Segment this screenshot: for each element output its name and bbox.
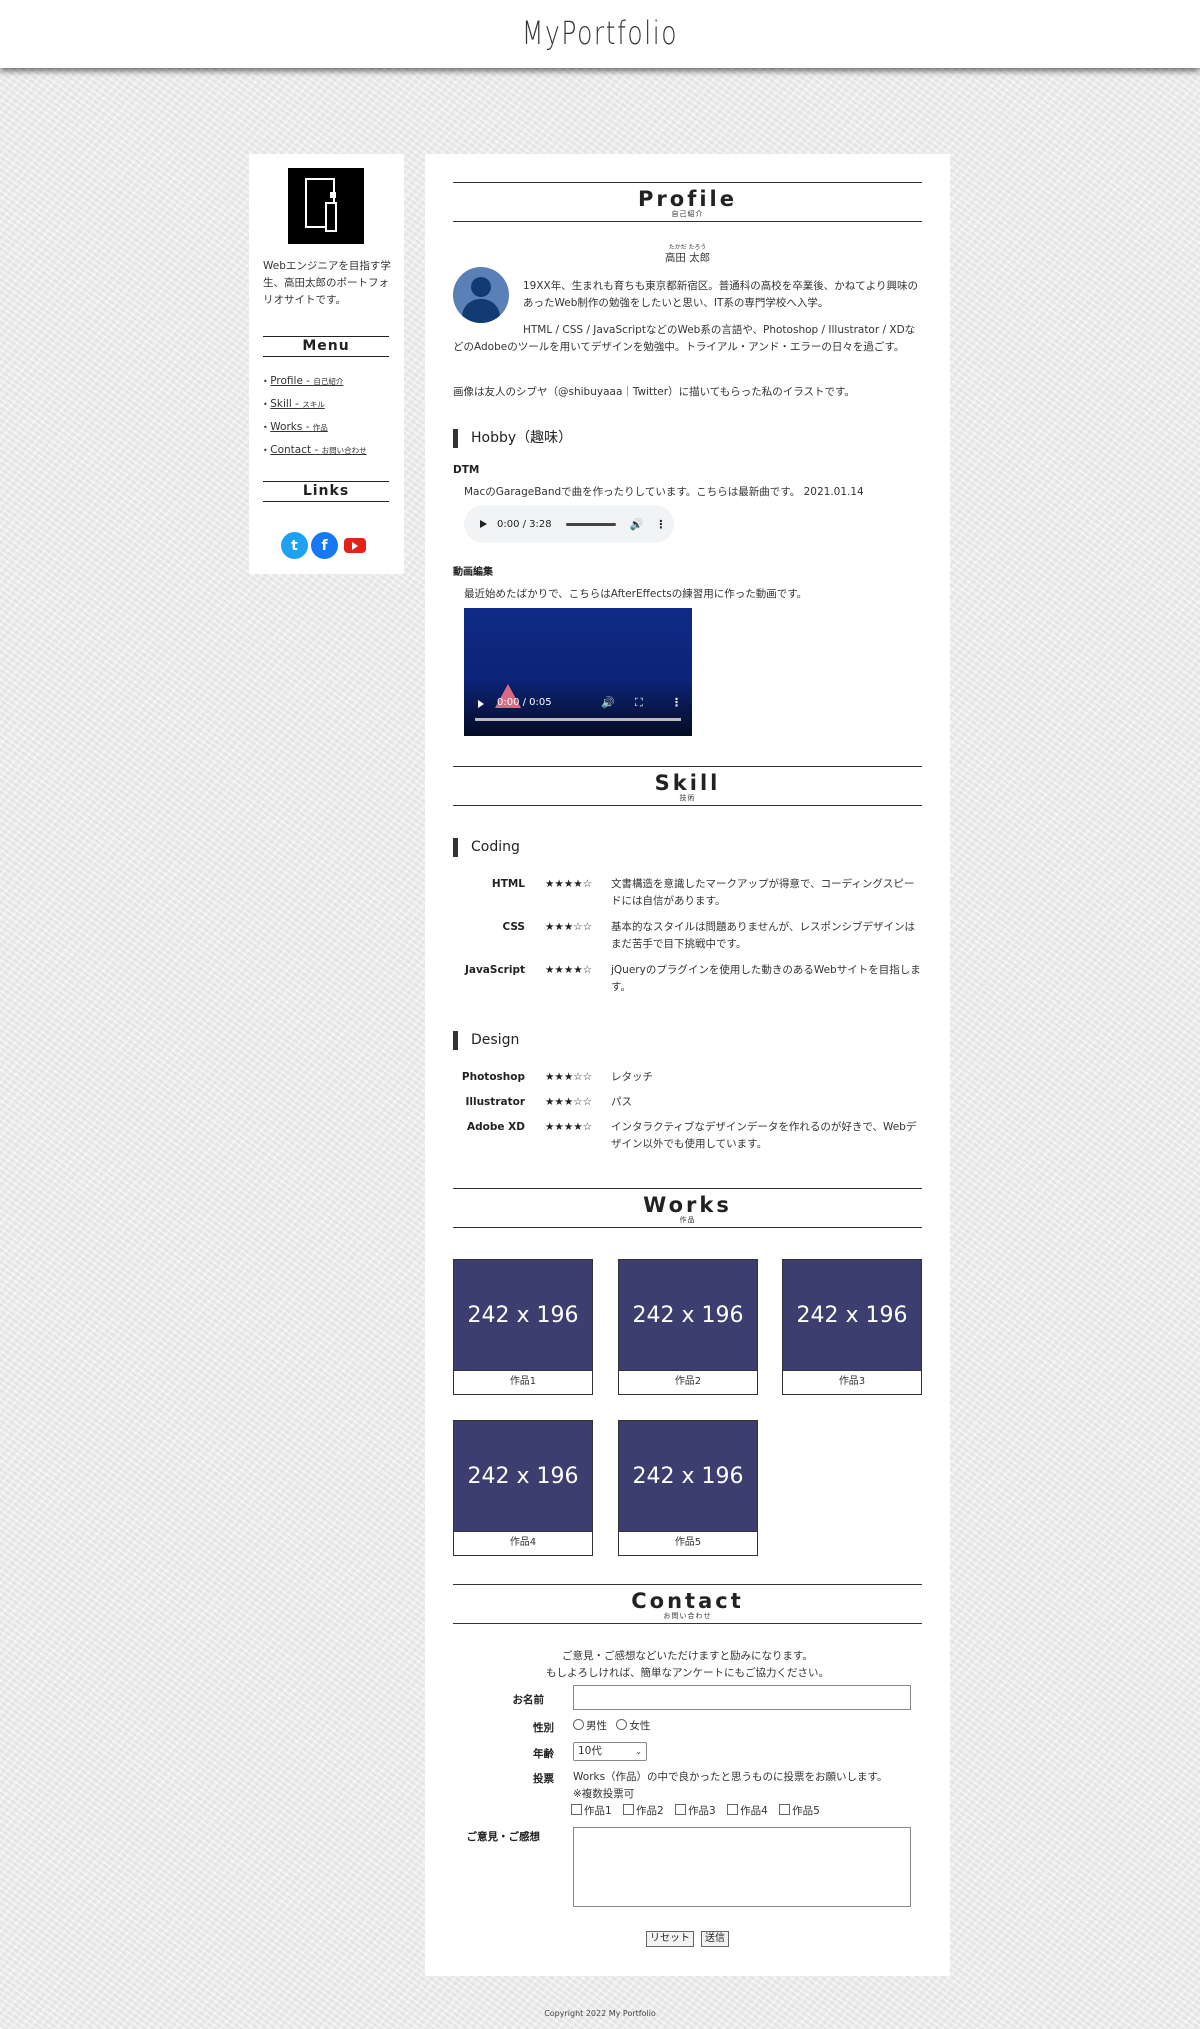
sidebar-logo-icon (288, 168, 364, 244)
comment-textarea[interactable] (573, 1827, 911, 1907)
vote-note: ※複数投票可 (573, 1788, 635, 1800)
contact-section-title: Contact お問い合わせ (453, 1584, 922, 1624)
comment-label: ご意見・ご感想 (466, 1831, 541, 1843)
vote-options: 作品1 作品2 作品3 作品4 作品5 (571, 1803, 921, 1820)
work-card-5[interactable]: 242 x 196 作品5 (618, 1420, 758, 1556)
contact-lead-2: もしよろしければ、簡単なアンケートにもご協力ください。 (545, 1667, 830, 1679)
more-options-icon[interactable]: ⋮ (671, 696, 682, 709)
contact-lead-1: ご意見・ご感想などいただけますと励みになります。 (562, 1650, 813, 1662)
gender-options: 男性 女性 (573, 1718, 650, 1735)
vote-checkbox-4[interactable]: 作品4 (727, 1804, 768, 1817)
social-links: t f (281, 532, 366, 559)
video-text: 最近始めたばかりで、こちらはAfterEffectsの練習用に作った動画です。 (464, 588, 808, 600)
name-label: お名前 (512, 1694, 545, 1706)
profile-p2: HTML / CSS / JavaScriptなどのWeb系の言語や、Photo… (453, 324, 916, 353)
main-content: Profile 自己紹介 たかだ たろう 高田 太郎 19XX年、生まれも育ちも… (425, 154, 950, 1976)
profile-p1: 19XX年、生まれも育ちも東京都新宿区。普通科の高校を卒業後、かねてより興味のあ… (523, 280, 919, 309)
vote-text: Works（作品）の中で良かったと思うものに投票をお願いします。 (573, 1771, 888, 1783)
volume-icon[interactable]: 🔊 (601, 696, 615, 709)
avatar (453, 267, 509, 323)
audio-player[interactable]: 0:00 / 3:28 🔊 ⋮ (464, 505, 674, 543)
links-heading: Links (263, 481, 389, 502)
gender-female-radio[interactable]: 女性 (616, 1719, 650, 1732)
design-heading: Design (453, 1031, 519, 1050)
video-heading: 動画編集 (453, 567, 493, 578)
more-options-icon[interactable]: ⋮ (655, 518, 666, 531)
sidebar-item-works[interactable]: Works - 作品 (263, 416, 367, 439)
name-field[interactable] (573, 1685, 911, 1710)
chevron-down-icon: ⌄ (635, 1747, 642, 1756)
work-card-2[interactable]: 242 x 196 作品2 (618, 1259, 758, 1395)
youtube-icon[interactable] (344, 538, 366, 553)
profile-name: 高田 太郎 (664, 252, 711, 264)
sidebar: Webエンジニアを目指す学生、高田太郎のポートフォリオサイトです。 Menu P… (249, 154, 404, 574)
hobby-heading: Hobby（趣味） (453, 429, 572, 448)
skill-section-title: Skill 技術 (453, 766, 922, 806)
age-select[interactable]: 10代 ⌄ (573, 1742, 647, 1761)
video-progress[interactable] (475, 718, 681, 721)
video-time: 0:00 / 0:05 (497, 697, 552, 708)
fullscreen-icon[interactable]: ⛶ (635, 696, 643, 710)
menu-heading: Menu (263, 336, 389, 357)
vote-checkbox-5[interactable]: 作品5 (779, 1804, 820, 1817)
vote-checkbox-2[interactable]: 作品2 (623, 1804, 664, 1817)
profile-section-title: Profile 自己紹介 (453, 182, 922, 222)
age-label: 年齢 (533, 1748, 554, 1760)
sidebar-item-skill[interactable]: Skill - スキル (263, 393, 367, 416)
vote-checkbox-3[interactable]: 作品3 (675, 1804, 716, 1817)
work-card-1[interactable]: 242 x 196 作品1 (453, 1259, 593, 1395)
play-icon[interactable] (478, 700, 484, 708)
sidebar-item-profile[interactable]: Profile - 自己紹介 (263, 370, 367, 393)
dtm-text: MacのGarageBandで曲を作ったりしています。こちらは最新曲です。 20… (464, 486, 864, 498)
gender-label: 性別 (533, 1722, 554, 1734)
site-header: MyPortfolio (0, 0, 1200, 68)
sidebar-item-contact[interactable]: Contact - お問い合わせ (263, 439, 366, 462)
work-card-3[interactable]: 242 x 196 作品3 (782, 1259, 922, 1395)
dtm-heading: DTM (453, 464, 480, 476)
vote-label: 投票 (533, 1773, 554, 1785)
work-card-4[interactable]: 242 x 196 作品4 (453, 1420, 593, 1556)
volume-icon[interactable]: 🔊 (630, 518, 644, 531)
vote-checkbox-1[interactable]: 作品1 (571, 1804, 612, 1817)
audio-progress[interactable] (565, 522, 616, 526)
profile-p3: 画像は友人のシブヤ（@shibuyaaa｜Twitter）に描いてもらった私のイ… (453, 386, 855, 398)
submit-button[interactable]: 送信 (701, 1931, 729, 1947)
works-section-title: Works 作品 (453, 1188, 922, 1228)
play-icon[interactable] (480, 520, 487, 528)
footer-copyright: Copyright 2022 My Portfolio (544, 2009, 656, 2018)
video-player[interactable]: 0:00 / 0:05 🔊 ⛶ ⋮ (464, 608, 692, 736)
gender-male-radio[interactable]: 男性 (573, 1719, 607, 1732)
sidebar-intro: Webエンジニアを目指す学生、高田太郎のポートフォリオサイトです。 (263, 260, 391, 306)
sidebar-menu: Profile - 自己紹介 Skill - スキル Works - 作品 Co… (263, 370, 367, 462)
reset-button[interactable]: リセット (646, 1931, 694, 1947)
coding-heading: Coding (453, 838, 520, 857)
facebook-icon[interactable]: f (311, 532, 338, 559)
audio-time: 0:00 / 3:28 (497, 518, 552, 530)
site-logo[interactable]: MyPortfolio (132, 14, 1068, 52)
twitter-icon[interactable]: t (281, 532, 308, 559)
